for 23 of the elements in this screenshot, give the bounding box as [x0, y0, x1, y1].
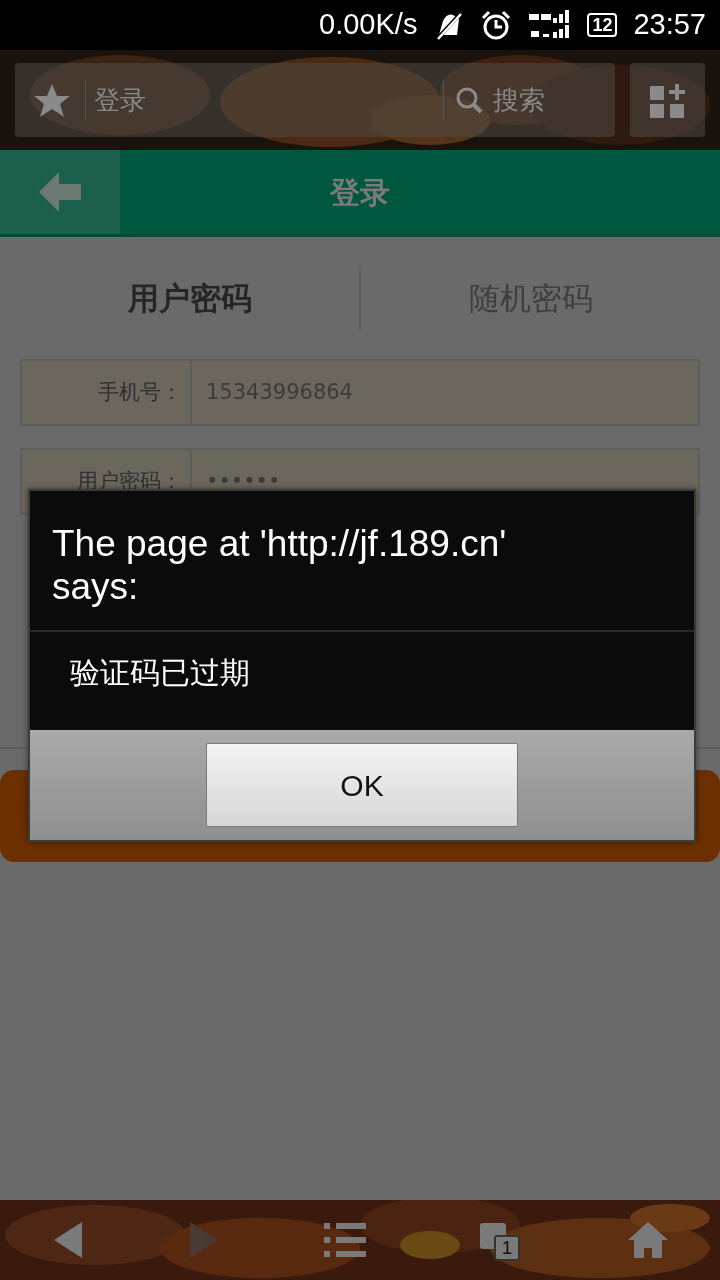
home-icon[interactable]: [628, 1220, 668, 1260]
star-icon[interactable]: [33, 82, 71, 118]
clock: 23:57: [633, 7, 706, 43]
signal-icon: [527, 10, 572, 40]
add-shortcut-button[interactable]: [630, 63, 705, 137]
network-speed: 0.00K/s: [319, 7, 418, 43]
back-arrow-icon: [37, 170, 83, 214]
menu-icon[interactable]: [324, 1221, 366, 1259]
search-button[interactable]: 搜索: [493, 80, 545, 120]
address-text: 登录: [93, 83, 147, 117]
field-label: 手机号：: [98, 378, 182, 406]
tabs-button[interactable]: 1: [470, 1215, 524, 1265]
login-tab[interactable]: 用户密码: [20, 237, 359, 359]
page-title: 登录: [328, 173, 391, 212]
dialog-title: The page at 'http://jf.189.cn' says:: [52, 523, 508, 609]
battery-icon: 12: [587, 13, 618, 37]
search-icon[interactable]: [456, 86, 483, 114]
ok-button[interactable]: OK: [206, 743, 518, 827]
address-bar[interactable]: 登录 搜索: [15, 63, 615, 137]
back-icon[interactable]: [52, 1220, 84, 1260]
dialog-message: 验证码已过期: [70, 655, 250, 690]
grid-plus-icon: [649, 81, 686, 119]
alarm-icon: [481, 10, 512, 40]
